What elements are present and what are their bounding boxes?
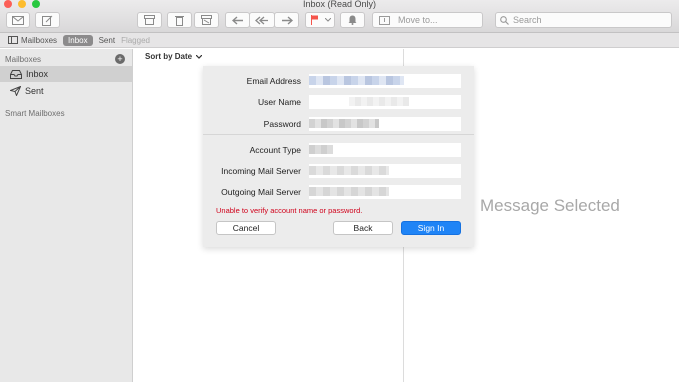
- user-name-field[interactable]: [309, 95, 461, 109]
- password-field[interactable]: [309, 117, 461, 131]
- email-address-row: Email Address: [203, 74, 474, 88]
- redacted-text: [349, 97, 409, 106]
- sidebar-item-label: Inbox: [26, 69, 49, 79]
- forward-button[interactable]: [274, 12, 299, 28]
- outgoing-server-row: Outgoing Mail Server: [203, 185, 474, 199]
- search-field[interactable]: Search: [495, 12, 672, 28]
- favorite-sent[interactable]: Sent: [99, 36, 115, 45]
- account-type-label: Account Type: [249, 145, 301, 155]
- reply-all-button[interactable]: [249, 12, 275, 28]
- incoming-server-row: Incoming Mail Server: [203, 164, 474, 178]
- password-label: Password: [263, 119, 301, 129]
- archive-button[interactable]: [137, 12, 162, 28]
- back-button[interactable]: Back: [333, 221, 393, 235]
- sign-in-button[interactable]: Sign In: [401, 221, 461, 235]
- outgoing-server-label: Outgoing Mail Server: [221, 187, 301, 197]
- email-address-field[interactable]: [309, 74, 461, 88]
- account-type-row: Account Type: [203, 143, 474, 157]
- junk-button[interactable]: [194, 12, 219, 28]
- chevron-down-icon: [195, 54, 203, 59]
- redacted-text: [309, 119, 379, 128]
- envelope-icon: [12, 15, 24, 25]
- get-mail-button[interactable]: [6, 12, 30, 28]
- reply-button[interactable]: [225, 12, 250, 28]
- sidebar-item-inbox[interactable]: Inbox: [0, 66, 133, 82]
- title-bar: Inbox (Read Only) Move to... Search: [0, 0, 679, 33]
- email-address-label: Email Address: [246, 76, 301, 86]
- outgoing-server-field[interactable]: [309, 185, 461, 199]
- favorite-mailboxes[interactable]: Mailboxes: [8, 36, 57, 45]
- favorite-inbox[interactable]: Inbox: [63, 34, 93, 46]
- tray-icon: [10, 69, 22, 79]
- reply-all-icon: [255, 16, 268, 24]
- favorite-mailboxes-label: Mailboxes: [21, 35, 58, 45]
- compose-icon: [42, 15, 53, 26]
- sidebar-toggle-icon: [8, 36, 18, 44]
- no-message-selected-text: Message Selected: [480, 196, 620, 215]
- cancel-button[interactable]: Cancel: [216, 221, 276, 235]
- user-name-label: User Name: [258, 97, 301, 107]
- chevron-down-icon: [325, 18, 331, 22]
- favorites-bar: Mailboxes Inbox Sent Flagged: [0, 33, 679, 48]
- add-mailbox-button[interactable]: +: [115, 54, 125, 64]
- account-type-select[interactable]: [309, 143, 461, 157]
- junk-icon: [201, 15, 212, 25]
- sidebar-item-sent[interactable]: Sent: [0, 83, 133, 99]
- forward-icon: [281, 15, 293, 25]
- sidebar-item-label: Sent: [25, 86, 44, 96]
- account-sign-in-sheet: Email Address User Name Password Account…: [203, 66, 474, 247]
- move-to-button[interactable]: Move to...: [372, 12, 483, 28]
- mailbox-sidebar: Mailboxes + Inbox Sent Smart Mailboxes: [0, 49, 133, 382]
- delete-button[interactable]: [167, 12, 192, 28]
- paper-plane-icon: [10, 86, 21, 96]
- sort-by-menu[interactable]: Sort by Date: [145, 52, 203, 61]
- error-message: Unable to verify account name or passwor…: [216, 206, 363, 215]
- compose-button[interactable]: [35, 12, 60, 28]
- incoming-server-label: Incoming Mail Server: [221, 166, 301, 176]
- archive-icon: [144, 15, 155, 25]
- password-row: Password: [203, 117, 474, 131]
- redacted-text: [309, 166, 389, 175]
- flag-button[interactable]: [305, 12, 335, 28]
- mute-button[interactable]: [340, 12, 365, 28]
- sort-by-label: Sort by Date: [145, 52, 193, 61]
- window-title: Inbox (Read Only): [302, 0, 377, 9]
- mailboxes-header: Mailboxes: [5, 55, 42, 64]
- move-tray-icon: [379, 15, 390, 25]
- redacted-text: [309, 187, 389, 196]
- incoming-server-field[interactable]: [309, 164, 461, 178]
- trash-icon: [175, 15, 184, 26]
- redacted-text: [309, 145, 333, 154]
- flag-icon: [311, 15, 318, 25]
- reply-icon: [231, 15, 243, 25]
- search-icon: [500, 15, 509, 25]
- divider: [203, 134, 474, 135]
- favorite-flagged[interactable]: Flagged: [121, 36, 150, 45]
- redacted-text: [309, 76, 404, 85]
- bell-icon: [348, 15, 357, 25]
- move-to-label: Move to...: [398, 15, 438, 25]
- user-name-row: User Name: [203, 95, 474, 109]
- smart-mailboxes-header[interactable]: Smart Mailboxes: [5, 109, 65, 118]
- search-placeholder: Search: [513, 15, 542, 25]
